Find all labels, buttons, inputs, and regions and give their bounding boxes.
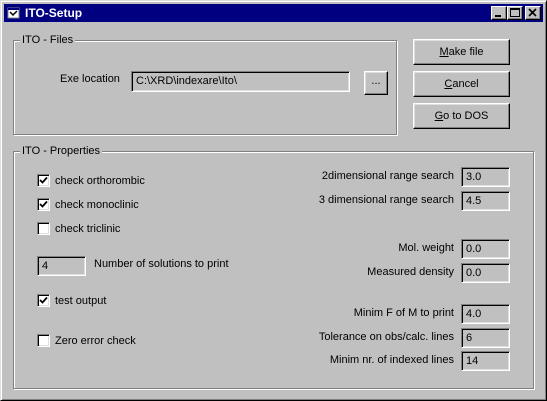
close-icon (528, 8, 537, 17)
range3d-field[interactable]: 4.5 (461, 191, 510, 211)
maximize-icon (510, 8, 520, 17)
make-file-label: ake file (448, 46, 484, 58)
make-file-button[interactable]: Make file (413, 39, 510, 65)
ito-setup-window: ITO-Setup ITO - Files Exe location C:\XR… (0, 0, 547, 401)
minimize-button[interactable] (491, 6, 507, 20)
density-label: Measured density (367, 266, 454, 278)
check-orthorombic-checkbox[interactable] (37, 174, 50, 187)
cancel-label: ancel (452, 78, 479, 90)
app-icon[interactable] (7, 6, 21, 20)
mol-weight-field[interactable]: 0.0 (461, 239, 510, 259)
check-monoclinic-label[interactable]: check monoclinic (55, 198, 139, 212)
zero-error-checkbox[interactable] (37, 334, 50, 347)
tolerance-field[interactable]: 6 (461, 328, 510, 348)
close-button[interactable] (525, 6, 541, 20)
min-fom-field[interactable]: 4.0 (461, 304, 510, 324)
window-title: ITO-Setup (25, 6, 83, 20)
checkmark-icon (39, 296, 48, 304)
exe-location-field[interactable]: C:\XRD\indexare\Ito\ (131, 71, 350, 92)
goto-dos-label: o to DOS (443, 110, 489, 122)
goto-dos-mnemonic: G (434, 110, 444, 122)
goto-dos-button[interactable]: Go to DOS (413, 103, 510, 129)
properties-group-label: ITO - Properties (20, 144, 103, 158)
files-group-label: ITO - Files (20, 33, 76, 47)
min-fom-label: Minim F of M to print (353, 307, 454, 319)
check-monoclinic-checkbox[interactable] (37, 198, 50, 211)
make-file-mnemonic: M (439, 46, 449, 58)
minimize-icon (495, 15, 501, 17)
range2d-field[interactable]: 3.0 (461, 167, 510, 187)
density-field[interactable]: 0.0 (461, 263, 510, 283)
checkmark-icon (39, 200, 48, 208)
browse-button[interactable]: ... (364, 71, 388, 95)
test-output-checkbox[interactable] (37, 294, 50, 307)
range2d-label: 2dimensional range search (321, 170, 454, 182)
check-triclinic-checkbox[interactable] (37, 222, 50, 235)
exe-location-label: Exe location (60, 73, 120, 85)
min-lines-field[interactable]: 14 (461, 351, 510, 371)
maximize-button[interactable] (507, 6, 523, 20)
tolerance-label: Tolerance on obs/calc. lines (318, 331, 454, 343)
range3d-label: 3 dimensional range search (318, 194, 454, 206)
cancel-button[interactable]: Cancel (413, 71, 510, 97)
title-bar[interactable]: ITO-Setup (4, 4, 543, 22)
check-triclinic-label[interactable]: check triclinic (55, 222, 120, 236)
min-lines-label: Minim nr. of indexed lines (329, 354, 454, 366)
zero-error-label[interactable]: Zero error check (55, 334, 136, 348)
test-output-label[interactable]: test output (55, 294, 106, 308)
check-orthorombic-label[interactable]: check orthorombic (55, 174, 145, 188)
checkmark-icon (39, 176, 48, 184)
num-solutions-label: Number of solutions to print (94, 258, 229, 270)
num-solutions-field[interactable]: 4 (37, 256, 86, 276)
mol-weight-label: Mol. weight (398, 242, 454, 254)
